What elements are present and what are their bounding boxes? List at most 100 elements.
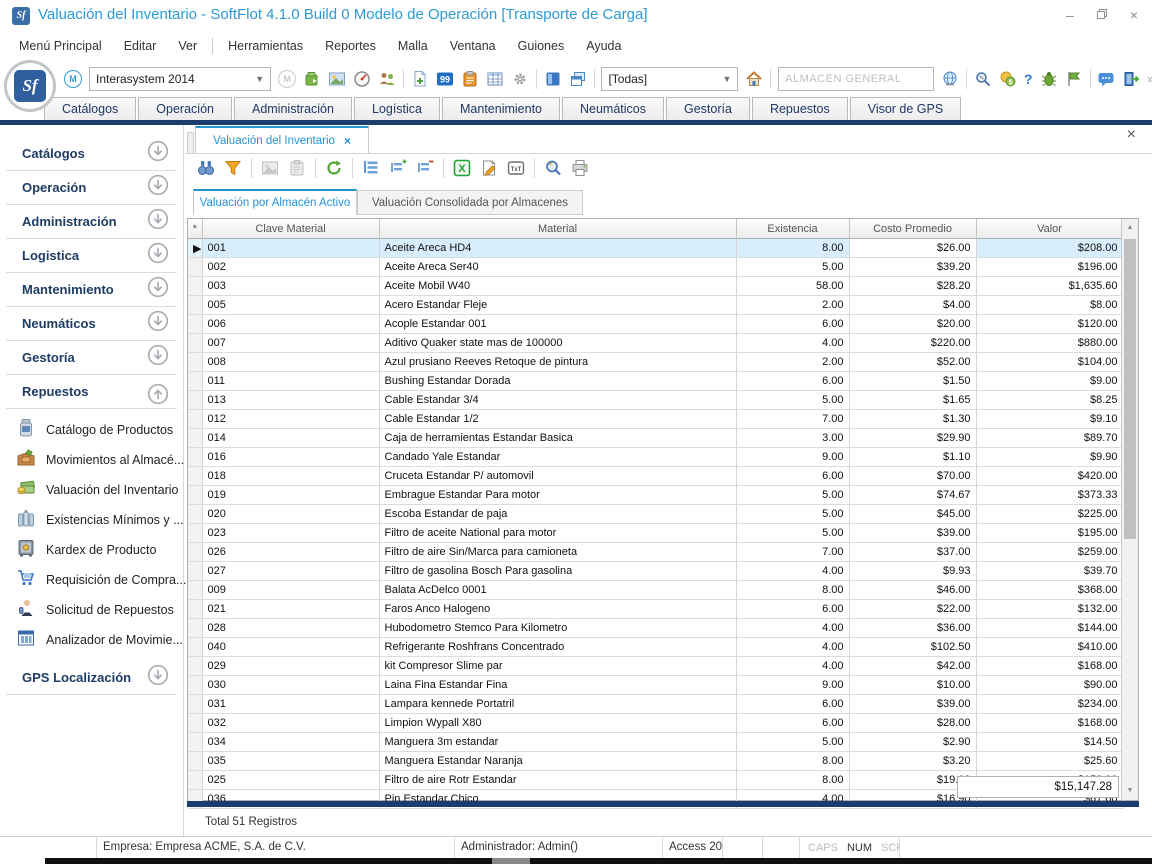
print-preview-icon[interactable] [544, 159, 562, 177]
sidebar-item-catalogo-de-productos[interactable]: Catálogo de Productos [0, 415, 183, 445]
settings-gear-icon[interactable] [511, 70, 529, 88]
sidebar-item-analizador-de-movimientos[interactable]: Analizador de Movimie... [0, 625, 183, 655]
col-header-existencia[interactable]: Existencia [736, 219, 849, 239]
table-row[interactable]: 012Cable Estandar 1/27.00$1.30$9.10 [188, 410, 1123, 429]
exit-door-icon[interactable] [1122, 70, 1140, 88]
tab-close-icon[interactable]: × [344, 134, 351, 148]
table-row[interactable]: 030Laina Fina Estandar Fina9.00$10.00$90… [188, 676, 1123, 695]
table-row[interactable]: 002Aceite Areca Ser405.00$39.20$196.00 [188, 258, 1123, 277]
table-row[interactable]: 020Escoba Estandar de paja5.00$45.00$225… [188, 505, 1123, 524]
sidebar-section-catalogos[interactable]: Catálogos [6, 137, 177, 171]
table-row[interactable]: 029kit Compresor Slime par4.00$42.00$168… [188, 657, 1123, 676]
tab-valuacion-consolidada[interactable]: Valuación Consolidada por Almacenes [357, 190, 583, 215]
table-row[interactable]: 026Filtro de aire Sin/Marca para camione… [188, 543, 1123, 562]
bug-icon[interactable] [1040, 70, 1058, 88]
restore-button[interactable] [1096, 8, 1108, 22]
table-row[interactable]: 009Balata AcDelco 00018.00$46.00$368.00 [188, 581, 1123, 600]
ribbon-tab-operacion[interactable]: Operación [138, 97, 232, 120]
tree-add-icon[interactable] [389, 159, 407, 177]
new-record-icon[interactable] [303, 70, 321, 88]
col-header-clave[interactable]: Clave Material [202, 219, 379, 239]
menu-item-ayuda[interactable]: Ayuda [575, 39, 632, 53]
print-icon[interactable] [571, 159, 589, 177]
help-icon[interactable]: ? [1024, 70, 1033, 88]
content-close-icon[interactable]: × [1127, 127, 1136, 143]
sidebar-section-logistica[interactable]: Logistica [6, 239, 177, 273]
table-row[interactable]: 003Aceite Mobil W4058.00$28.20$1,635.60 [188, 277, 1123, 296]
table-row[interactable]: 040Refrigerante Roshfrans Concentrado4.0… [188, 638, 1123, 657]
ribbon-tab-administracion[interactable]: Administración [234, 97, 352, 120]
refresh-icon[interactable] [325, 159, 343, 177]
vertical-scrollbar[interactable]: ▲ ▼ [1121, 219, 1138, 800]
sidebar-section-administracion[interactable]: Administración [6, 205, 177, 239]
table-row[interactable]: 027Filtro de gasolina Bosch Para gasolin… [188, 562, 1123, 581]
table-row[interactable]: 016Candado Yale Estandar9.00$1.10$9.90 [188, 448, 1123, 467]
col-header-costo[interactable]: Costo Promedio [849, 219, 976, 239]
sidebar-section-operacion[interactable]: Operación [6, 171, 177, 205]
table-row[interactable]: 032Limpion Wypall X806.00$28.00$168.00 [188, 714, 1123, 733]
document-tab-valuacion[interactable]: Valuación del Inventario × [195, 126, 369, 153]
chat-icon[interactable] [1097, 70, 1115, 88]
table-row[interactable]: 031Lampara kennede Portatril6.00$39.00$2… [188, 695, 1123, 714]
ribbon-tab-neumaticos[interactable]: Neumáticos [562, 97, 664, 120]
sidebar-item-kardex-de-producto[interactable]: Kardex de Producto [0, 535, 183, 565]
close-button[interactable]: × [1130, 8, 1138, 22]
menu-item-ver[interactable]: Ver [167, 39, 208, 53]
sidebar-section-mantenimiento[interactable]: Mantenimiento [6, 273, 177, 307]
clipboard-icon[interactable] [461, 70, 479, 88]
company-dropdown[interactable]: Interasystem 2014▼ [89, 67, 271, 91]
table-row[interactable]: 013Cable Estandar 3/45.00$1.65$8.25 [188, 391, 1123, 410]
home-icon[interactable] [745, 70, 763, 88]
scrollbar-thumb[interactable] [1124, 239, 1136, 539]
sidebar-item-valuacion-del-inventario[interactable]: Valuación del Inventario [0, 475, 183, 505]
table-row[interactable]: 028Hubodometro Stemco Para Kilometro4.00… [188, 619, 1123, 638]
scroll-up-icon[interactable]: ▲ [1122, 220, 1138, 236]
table-row[interactable]: 018Cruceta Estandar P/ automovil6.00$70.… [188, 467, 1123, 486]
filter-icon[interactable] [224, 159, 242, 177]
note-export-icon[interactable] [480, 159, 498, 177]
menu-item-editar[interactable]: Editar [113, 39, 168, 53]
flag-icon[interactable] [1065, 70, 1083, 88]
menu-item-guiones[interactable]: Guiones [507, 39, 576, 53]
menu-item-reportes[interactable]: Reportes [314, 39, 387, 53]
table-row[interactable]: 006Acople Estandar 0016.00$20.00$120.00 [188, 315, 1123, 334]
table-row[interactable]: ▶001Aceite Areca HD48.00$26.00$208.00 [188, 239, 1123, 258]
txt-export-icon[interactable]: TxT [507, 159, 525, 177]
panel-icon[interactable] [544, 70, 562, 88]
gauge-icon[interactable] [353, 70, 371, 88]
table-row[interactable]: 008Azul prusiano Reeves Retoque de pintu… [188, 353, 1123, 372]
menu-item-ventana[interactable]: Ventana [439, 39, 507, 53]
col-header-valor[interactable]: Valor [976, 219, 1123, 239]
table-row[interactable]: 007Aditivo Quaker state mas de 1000004.0… [188, 334, 1123, 353]
tree-icon[interactable] [362, 159, 380, 177]
excel-export-icon[interactable]: X [453, 159, 471, 177]
toolbar-overflow-icon[interactable]: » [1147, 72, 1152, 86]
table-row[interactable]: 023Filtro de aceite National para motor5… [188, 524, 1123, 543]
sidebar-item-existencias-minimos[interactable]: Existencias Mínimos y ... [0, 505, 183, 535]
table-row[interactable]: 021Faros Anco Halogeno6.00$22.00$132.00 [188, 600, 1123, 619]
sidebar-section-repuestos[interactable]: Repuestos [6, 375, 177, 409]
warehouse-input[interactable] [778, 67, 934, 91]
window-switch-icon[interactable] [569, 70, 587, 88]
sidebar-item-requisicion-de-compra[interactable]: Requisición de Compra... [0, 565, 183, 595]
sidebar-section-gps-localizacion[interactable]: GPS Localización [6, 661, 177, 695]
sidebar-item-movimientos-al-almacen[interactable]: Movimientos al Almacé... [0, 445, 183, 475]
sidebar-section-neumaticos[interactable]: Neumáticos [6, 307, 177, 341]
ribbon-tab-visor-de-gps[interactable]: Visor de GPS [850, 97, 962, 120]
users-icon[interactable] [378, 70, 396, 88]
menu-item-malla[interactable]: Malla [387, 39, 439, 53]
sidebar-item-solicitud-de-repuestos[interactable]: Solicitud de Repuestos [0, 595, 183, 625]
picture-icon[interactable] [328, 70, 346, 88]
menu-item-menu-principal[interactable]: Menú Principal [8, 39, 113, 53]
scroll-down-icon[interactable]: ▼ [1122, 783, 1138, 799]
tree-remove-icon[interactable] [416, 159, 434, 177]
ribbon-tab-mantenimiento[interactable]: Mantenimiento [442, 97, 560, 120]
table-row[interactable]: 019Embrague Estandar Para motor5.00$74.6… [188, 486, 1123, 505]
menu-item-herramientas[interactable]: Herramientas [217, 39, 314, 53]
table-row[interactable]: 034Manguera 3m estandar5.00$2.90$14.50 [188, 733, 1123, 752]
col-header-material[interactable]: Material [379, 219, 736, 239]
data-grid-icon[interactable] [486, 70, 504, 88]
tools-search-icon[interactable] [974, 70, 992, 88]
filter-all-dropdown[interactable]: [Todas]▼ [601, 67, 738, 91]
coins-icon[interactable]: $ [999, 70, 1017, 88]
